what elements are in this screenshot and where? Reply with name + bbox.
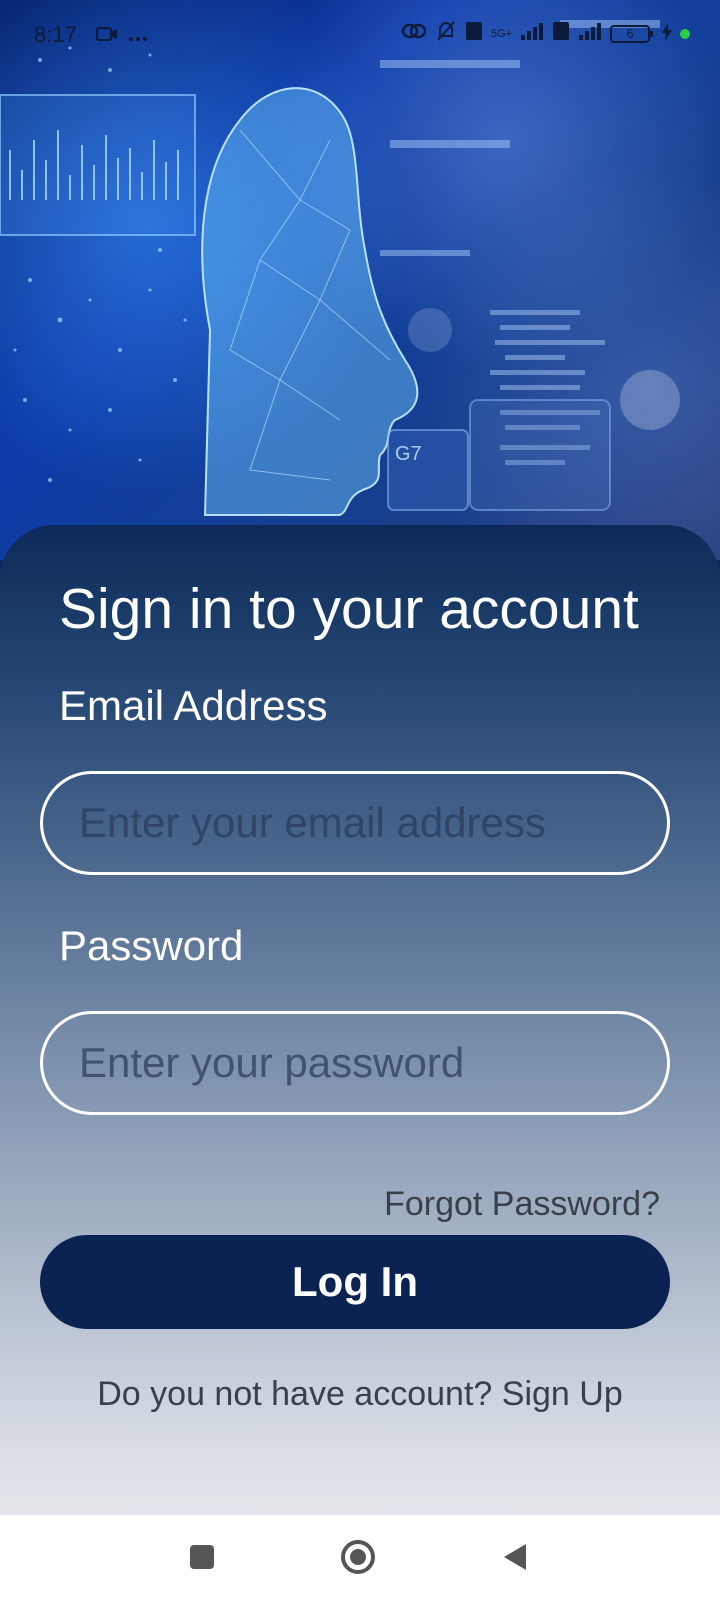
video-icon (96, 22, 118, 48)
hero-background-image: G7 (0, 0, 720, 560)
password-label: Password (59, 922, 244, 969)
battery-icon: 6 (610, 24, 654, 44)
status-bar: 8:17 5G+ 6 (0, 0, 720, 68)
email-label: Email Address (59, 682, 328, 729)
bell-off-icon (435, 20, 457, 48)
ai-face-illustration: G7 (0, 20, 680, 516)
login-card: Sign in to your account Email Address Pa… (0, 525, 720, 1515)
navigation-bar (0, 1515, 720, 1600)
login-button[interactable]: Log In (40, 1235, 670, 1329)
volte-icon (465, 21, 483, 47)
signal-icon-2 (578, 21, 602, 47)
signup-prompt: Do you not have account? (97, 1375, 493, 1413)
network-type-label: 5G+ (490, 27, 512, 40)
hero-g7-label: G7 (395, 443, 422, 465)
signup-row: Do you not have account? Sign Up (0, 1375, 720, 1414)
back-icon[interactable] (496, 1537, 536, 1577)
email-field[interactable] (40, 771, 670, 875)
password-field[interactable] (40, 1011, 670, 1115)
recents-icon[interactable] (182, 1537, 222, 1577)
privacy-indicator-dot (680, 29, 690, 39)
charging-icon (662, 21, 672, 47)
volte-icon-2 (552, 21, 570, 47)
status-time: 8:17 (34, 22, 77, 47)
signal-icon (520, 21, 544, 47)
signup-link[interactable]: Sign Up (502, 1375, 623, 1413)
home-icon[interactable] (338, 1537, 378, 1577)
page-title: Sign in to your account (59, 577, 639, 641)
forgot-password-link[interactable]: Forgot Password? (384, 1185, 660, 1224)
more-icon (128, 22, 148, 48)
link-icon (401, 21, 427, 47)
battery-level: 6 (626, 26, 634, 41)
